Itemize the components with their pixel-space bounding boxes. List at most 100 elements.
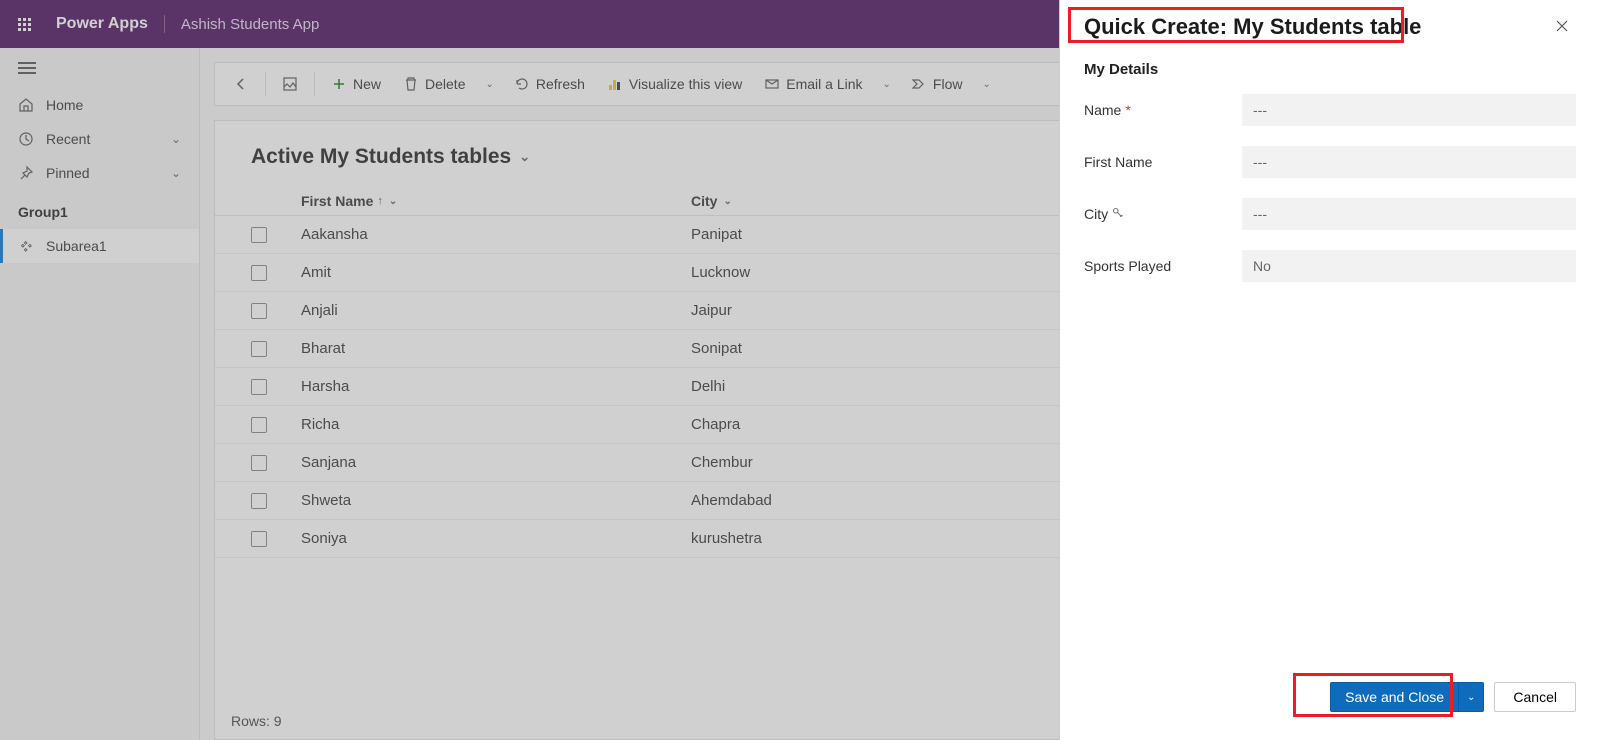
field-value: No — [1253, 258, 1271, 274]
form-row-firstname: First Name --- — [1060, 136, 1600, 188]
arrow-left-icon — [233, 76, 249, 92]
sidebar-toggle-icon[interactable] — [0, 48, 199, 88]
required-indicator: * — [1125, 102, 1130, 118]
plus-icon — [331, 76, 347, 92]
row-checkbox-cell[interactable] — [251, 265, 301, 281]
flow-label: Flow — [933, 76, 963, 92]
cell-firstname: Richa — [301, 416, 691, 433]
checkbox[interactable] — [251, 341, 267, 357]
save-split-chevron[interactable]: ⌄ — [1458, 683, 1483, 711]
new-button[interactable]: New — [321, 70, 391, 98]
checkbox[interactable] — [251, 531, 267, 547]
delete-split-chevron[interactable]: ⌄ — [477, 79, 501, 90]
rows-count: Rows: 9 — [231, 713, 282, 729]
flow-split-chevron[interactable]: ⌄ — [974, 79, 998, 90]
form-row-city: City --- — [1060, 188, 1600, 240]
panel-title: Quick Create: My Students table — [1084, 14, 1421, 40]
sidebar-item-home[interactable]: Home — [0, 88, 199, 122]
chevron-down-icon: ⌄ — [171, 132, 181, 146]
close-button[interactable] — [1548, 14, 1576, 43]
column-header-label: City — [691, 193, 717, 209]
column-header-label: First Name — [301, 193, 373, 209]
form-label-name: Name * — [1084, 102, 1234, 118]
chart-icon — [607, 76, 623, 92]
form-row-sportsplayed: Sports Played No — [1060, 240, 1600, 292]
home-icon — [18, 97, 34, 113]
name-field[interactable]: --- — [1242, 94, 1576, 126]
refresh-button[interactable]: Refresh — [504, 70, 595, 98]
sidebar-item-pinned[interactable]: Pinned ⌄ — [0, 156, 199, 190]
row-checkbox-cell[interactable] — [251, 303, 301, 319]
sidebar-group-header: Group1 — [0, 190, 199, 229]
label-text: First Name — [1084, 154, 1152, 170]
row-checkbox-cell[interactable] — [251, 227, 301, 243]
label-text: Name — [1084, 102, 1121, 118]
sidebar: Home Recent ⌄ Pinned ⌄ Group1 Subarea1 — [0, 48, 200, 740]
new-label: New — [353, 76, 381, 92]
form-row-name: Name * --- — [1060, 84, 1600, 136]
sidebar-item-subarea1[interactable]: Subarea1 — [0, 229, 199, 263]
flow-icon — [911, 76, 927, 92]
clock-icon — [18, 131, 34, 147]
email-split-chevron[interactable]: ⌄ — [875, 79, 899, 90]
cancel-button[interactable]: Cancel — [1494, 682, 1576, 712]
column-header-firstname[interactable]: First Name ↑ ⌄ — [301, 193, 691, 209]
checkbox[interactable] — [251, 379, 267, 395]
cell-firstname: Amit — [301, 264, 691, 281]
separator — [314, 72, 315, 96]
checkbox[interactable] — [251, 303, 267, 319]
cell-firstname: Harsha — [301, 378, 691, 395]
panel-header: Quick Create: My Students table — [1060, 0, 1600, 53]
back-button[interactable] — [223, 70, 259, 98]
delete-button[interactable]: Delete — [393, 70, 475, 98]
cell-firstname: Aakansha — [301, 226, 691, 243]
trash-icon — [403, 76, 419, 92]
checkbox[interactable] — [251, 265, 267, 281]
row-checkbox-cell[interactable] — [251, 379, 301, 395]
row-checkbox-cell[interactable] — [251, 493, 301, 509]
view-title-text: Active My Students tables — [251, 145, 511, 169]
brand-label[interactable]: Power Apps — [56, 15, 165, 33]
form-label-firstname: First Name — [1084, 154, 1234, 170]
visualize-button[interactable]: Visualize this view — [597, 70, 752, 98]
pin-icon — [18, 165, 34, 181]
cell-firstname: Soniya — [301, 530, 691, 547]
row-checkbox-cell[interactable] — [251, 455, 301, 471]
row-checkbox-cell[interactable] — [251, 341, 301, 357]
checkbox[interactable] — [251, 417, 267, 433]
app-name-label: Ashish Students App — [181, 16, 319, 33]
sidebar-group-label: Group1 — [18, 204, 68, 220]
panel-footer: Save and Close ⌄ Cancel — [1060, 668, 1600, 740]
key-icon — [1112, 207, 1124, 222]
image-icon — [282, 76, 298, 92]
app-launcher-icon[interactable] — [8, 8, 40, 40]
delete-label: Delete — [425, 76, 465, 92]
save-and-close-button[interactable]: Save and Close — [1331, 683, 1458, 711]
select-all-column[interactable] — [251, 193, 301, 209]
focused-view-button[interactable] — [272, 70, 308, 98]
checkbox[interactable] — [251, 227, 267, 243]
firstname-field[interactable]: --- — [1242, 146, 1576, 178]
sidebar-item-label: Recent — [46, 131, 90, 147]
flow-button[interactable]: Flow — [901, 70, 973, 98]
separator — [265, 72, 266, 96]
city-field[interactable]: --- — [1242, 198, 1576, 230]
email-link-button[interactable]: Email a Link — [754, 70, 872, 98]
refresh-label: Refresh — [536, 76, 585, 92]
sidebar-item-recent[interactable]: Recent ⌄ — [0, 122, 199, 156]
quick-create-panel: Quick Create: My Students table My Detai… — [1059, 0, 1600, 740]
checkbox[interactable] — [251, 493, 267, 509]
chevron-down-icon: ⌄ — [723, 196, 731, 207]
email-link-label: Email a Link — [786, 76, 862, 92]
component-icon — [18, 238, 34, 254]
sidebar-item-label: Home — [46, 97, 83, 113]
sportsplayed-field[interactable]: No — [1242, 250, 1576, 282]
checkbox[interactable] — [251, 455, 267, 471]
field-value: --- — [1253, 102, 1267, 118]
chevron-down-icon: ⌄ — [389, 196, 397, 207]
row-checkbox-cell[interactable] — [251, 417, 301, 433]
email-icon — [764, 76, 780, 92]
form-label-city: City — [1084, 206, 1234, 222]
cell-firstname: Anjali — [301, 302, 691, 319]
row-checkbox-cell[interactable] — [251, 531, 301, 547]
